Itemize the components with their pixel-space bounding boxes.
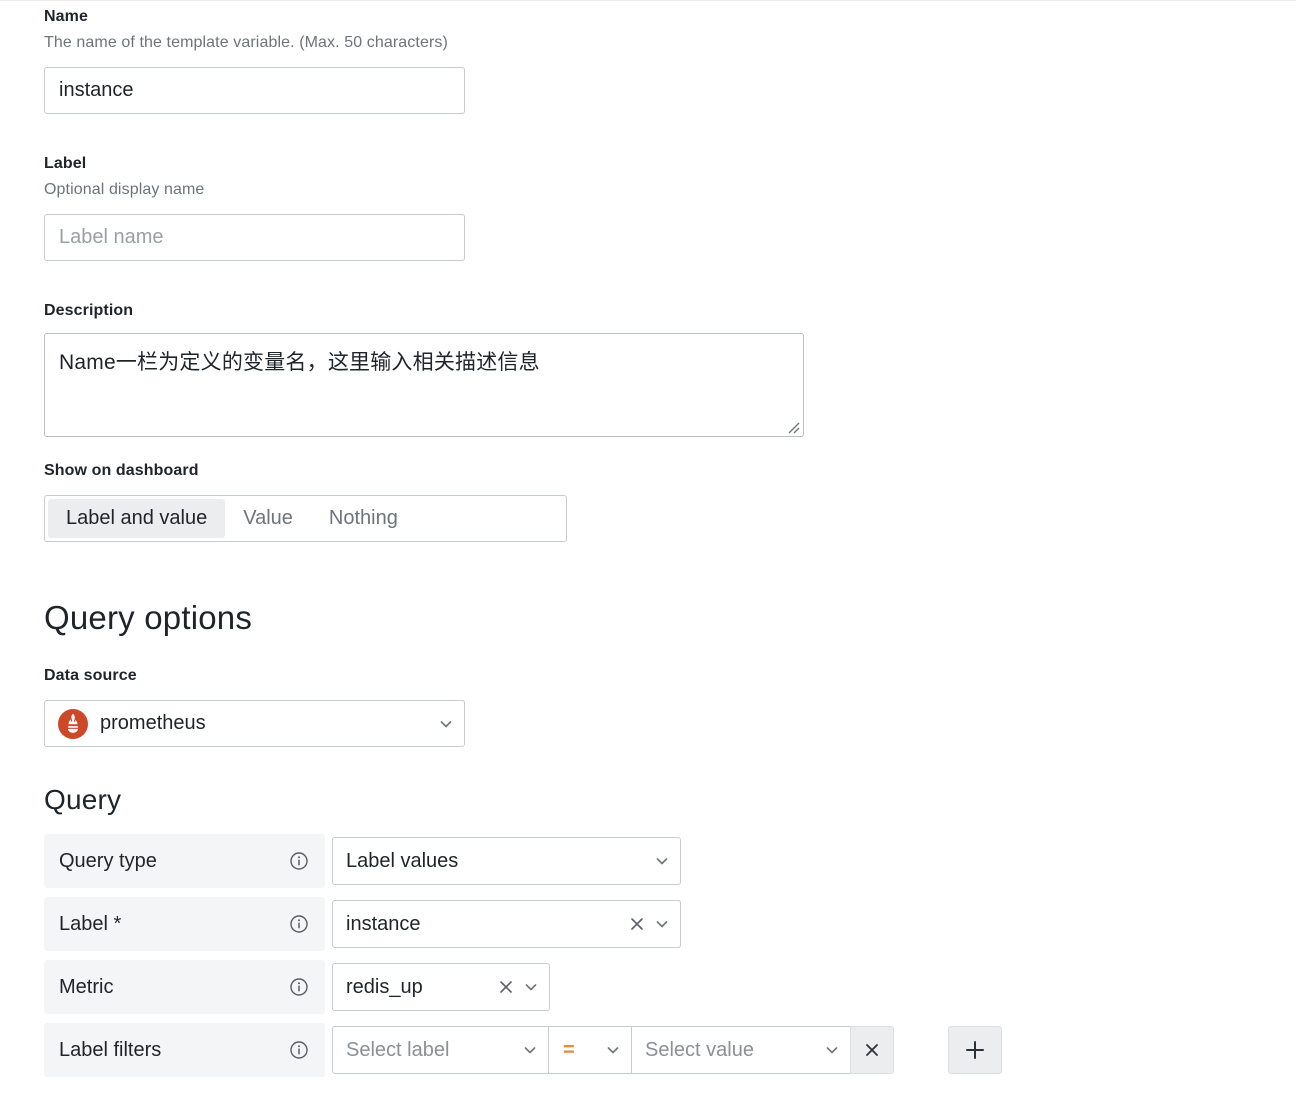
- name-field-block: Name The name of the template variable. …: [44, 7, 664, 114]
- query-type-label: Query type: [59, 849, 157, 872]
- close-icon: [866, 1044, 878, 1056]
- radio-option-nothing[interactable]: Nothing: [311, 499, 416, 538]
- data-source-select[interactable]: prometheus: [44, 700, 465, 747]
- description-textarea-text: Name一栏为定义的变量名，这里输入相关描述信息: [59, 351, 540, 374]
- name-input[interactable]: [44, 67, 465, 114]
- filter-label-select[interactable]: Select label: [332, 1026, 549, 1074]
- name-field-label: Name: [44, 8, 88, 25]
- chevron-down-icon[interactable]: [438, 716, 454, 732]
- label-field-block: Label Optional display name: [44, 154, 664, 261]
- plus-icon: [966, 1041, 984, 1059]
- description-textarea[interactable]: Name一栏为定义的变量名，这里输入相关描述信息: [44, 333, 804, 437]
- info-icon[interactable]: [289, 914, 309, 934]
- label-filters-label-panel: Label filters: [44, 1023, 325, 1077]
- metric-select[interactable]: redis_up: [332, 963, 550, 1011]
- label-select[interactable]: instance: [332, 900, 681, 948]
- chevron-down-icon[interactable]: [523, 979, 539, 995]
- description-field-label: Description: [44, 302, 134, 319]
- chevron-down-icon[interactable]: [654, 916, 670, 932]
- metric-row-label: Metric: [59, 975, 114, 998]
- label-label-panel: Label *: [44, 897, 325, 951]
- filter-value-select[interactable]: Select value: [631, 1026, 851, 1074]
- show-on-dashboard-label: Show on dashboard: [44, 462, 199, 479]
- label-filters-row: Label filters Select label = Select valu…: [44, 1023, 1002, 1077]
- add-filter-button[interactable]: [948, 1026, 1002, 1074]
- query-type-label-panel: Query type: [44, 834, 325, 888]
- label-name-input[interactable]: [44, 214, 465, 261]
- close-icon[interactable]: [628, 915, 646, 933]
- query-options-heading: Query options: [44, 599, 253, 636]
- label-row-label: Label *: [59, 912, 122, 935]
- query-heading: Query: [44, 784, 122, 815]
- chevron-down-icon[interactable]: [522, 1042, 538, 1058]
- prometheus-logo-icon: [58, 708, 88, 739]
- chevron-down-icon[interactable]: [654, 853, 670, 869]
- radio-option-label-and-value[interactable]: Label and value: [48, 499, 226, 538]
- remove-filter-button[interactable]: [850, 1026, 894, 1074]
- filter-operator-value: =: [563, 1039, 575, 1061]
- info-icon[interactable]: [289, 1040, 309, 1060]
- resize-handle-icon[interactable]: [786, 420, 800, 434]
- info-icon[interactable]: [289, 977, 309, 997]
- query-type-select[interactable]: Label values: [332, 837, 681, 885]
- data-source-block: Data source: [44, 666, 137, 686]
- variable-editor-page: Name The name of the template variable. …: [0, 0, 1296, 1109]
- radio-option-value[interactable]: Value: [225, 499, 311, 538]
- info-icon[interactable]: [289, 851, 309, 871]
- filter-value-placeholder: Select value: [645, 1038, 754, 1061]
- label-filters-label: Label filters: [59, 1038, 162, 1061]
- show-on-dashboard-block: Show on dashboard: [44, 461, 199, 481]
- filter-operator-select[interactable]: =: [548, 1026, 632, 1074]
- metric-select-value: redis_up: [346, 975, 423, 998]
- description-field-block: Description Name一栏为定义的变量名，这里输入相关描述信息: [44, 301, 804, 437]
- chevron-down-icon[interactable]: [824, 1042, 840, 1058]
- name-field-description: The name of the template variable. (Max.…: [44, 34, 448, 51]
- close-icon[interactable]: [497, 978, 515, 996]
- data-source-label: Data source: [44, 667, 137, 684]
- metric-label-panel: Metric: [44, 960, 325, 1014]
- filter-label-placeholder: Select label: [346, 1038, 450, 1061]
- label-filter-group: Select label = Select value: [332, 1026, 1002, 1074]
- metric-row: Metric redis_up: [44, 960, 550, 1014]
- prometheus-flame-icon: [67, 713, 79, 733]
- label-row: Label * instance: [44, 897, 681, 951]
- label-select-value: instance: [346, 912, 421, 935]
- chevron-down-icon[interactable]: [605, 1042, 621, 1058]
- show-on-dashboard-radio-group[interactable]: Label and value Value Nothing: [44, 495, 567, 542]
- data-source-value: prometheus: [100, 712, 206, 734]
- label-field-description: Optional display name: [44, 181, 205, 198]
- query-type-value: Label values: [346, 849, 459, 872]
- query-type-row: Query type Label values: [44, 834, 681, 888]
- label-field-label: Label: [44, 155, 87, 172]
